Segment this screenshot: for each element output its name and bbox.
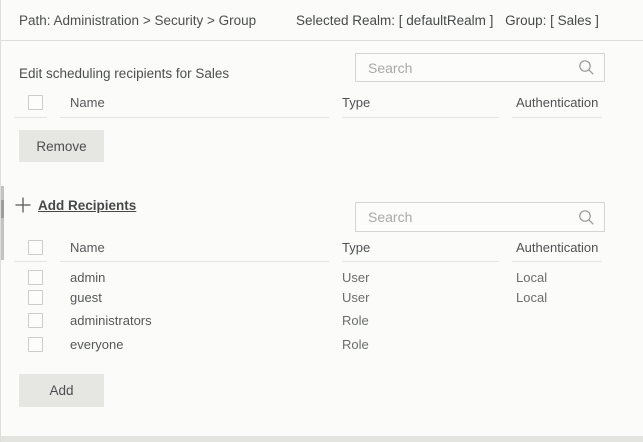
column-header-authentication: Authentication: [512, 88, 602, 118]
recipient-type: Role: [342, 333, 499, 357]
row-checkbox[interactable]: [28, 337, 43, 352]
search-input[interactable]: [356, 203, 604, 231]
table-header-row: Name Type Authentication: [14, 88, 602, 118]
column-header-type: Type: [342, 88, 499, 118]
edit-recipients-search: [355, 53, 605, 82]
row-checkbox[interactable]: [28, 313, 43, 328]
recipient-authentication: [512, 333, 602, 357]
recipient-type: User: [342, 262, 499, 286]
recipient-name: administrators: [60, 309, 329, 333]
available-recipients-table: Name Type Authentication admin User Loca…: [1, 233, 615, 356]
recipient-type: User: [342, 286, 499, 310]
add-button[interactable]: Add: [19, 374, 104, 407]
table-row: admin User Local: [14, 262, 602, 286]
row-checkbox[interactable]: [28, 290, 43, 305]
column-header-authentication: Authentication: [512, 233, 602, 262]
select-all-checkbox[interactable]: [28, 240, 43, 255]
add-recipients-label: Add Recipients: [38, 198, 136, 213]
selected-realm-label: Selected Realm: [ defaultRealm ]: [296, 13, 493, 28]
recipient-type: Role: [342, 309, 499, 333]
table-header-row: Name Type Authentication: [14, 233, 602, 262]
current-recipients-table: Name Type Authentication: [1, 88, 615, 118]
column-header-name: Name: [60, 88, 329, 118]
add-recipients-link[interactable]: Add Recipients: [14, 196, 136, 214]
add-recipients-search: [355, 202, 605, 232]
search-input[interactable]: [356, 54, 604, 81]
group-security-panel: Path: Administration > Security > Group …: [0, 0, 643, 442]
recipient-authentication: Local: [512, 262, 602, 286]
selected-context: Selected Realm: [ defaultRealm ] Group: …: [296, 0, 599, 41]
recipient-authentication: [512, 309, 602, 333]
table-row: everyone Role: [14, 333, 602, 357]
column-header-name: Name: [60, 233, 329, 262]
row-checkbox[interactable]: [28, 270, 43, 285]
recipient-name: guest: [60, 286, 329, 310]
select-all-checkbox[interactable]: [28, 95, 43, 110]
breadcrumb-bar: Path: Administration > Security > Group …: [1, 0, 643, 41]
plus-icon: [14, 196, 32, 214]
column-header-type: Type: [342, 233, 499, 262]
bottom-strip: [1, 436, 643, 442]
selected-group-label: Group: [ Sales ]: [505, 13, 599, 28]
recipient-authentication: Local: [512, 286, 602, 310]
recipient-name: admin: [60, 262, 329, 286]
table-row: guest User Local: [14, 286, 602, 310]
scrollbar-fragment[interactable]: [1, 186, 4, 260]
remove-button[interactable]: Remove: [19, 130, 104, 162]
breadcrumb: Path: Administration > Security > Group: [19, 0, 256, 41]
table-row: administrators Role: [14, 309, 602, 333]
edit-recipients-title: Edit scheduling recipients for Sales: [19, 66, 229, 81]
recipient-name: everyone: [60, 333, 329, 357]
